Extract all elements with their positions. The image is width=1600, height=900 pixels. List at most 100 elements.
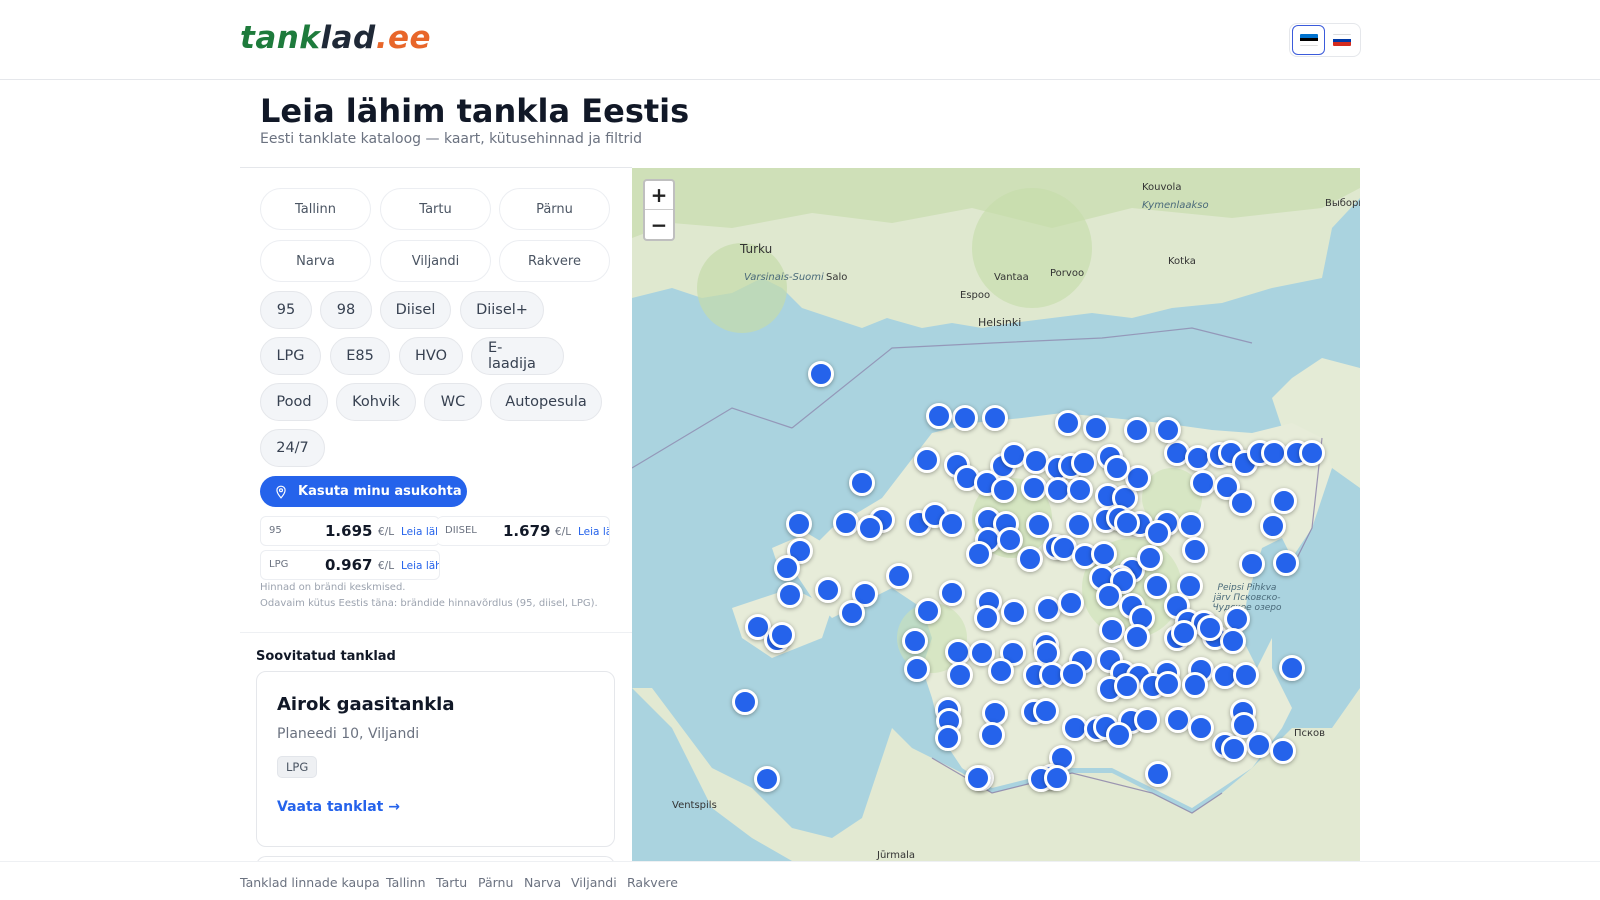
station-marker[interactable]	[1099, 617, 1125, 643]
station-marker[interactable]	[1190, 470, 1216, 496]
station-marker[interactable]	[1145, 761, 1171, 787]
find-nearest-link[interactable]: Leia lähim →	[578, 526, 609, 538]
zoom-in-button[interactable]: +	[645, 181, 673, 210]
station-card[interactable]: Airok gaasitankla Planeedi 10, Viljandi …	[256, 671, 615, 847]
station-marker[interactable]	[774, 555, 800, 581]
city-chip-parnu[interactable]: Pärnu	[499, 188, 610, 230]
station-marker[interactable]	[1260, 513, 1286, 539]
station-marker[interactable]	[1114, 673, 1140, 699]
station-marker[interactable]	[833, 510, 859, 536]
station-marker[interactable]	[777, 582, 803, 608]
station-marker[interactable]	[1106, 722, 1132, 748]
station-marker[interactable]	[1155, 417, 1181, 443]
station-marker[interactable]	[974, 605, 1000, 631]
filter-chip-autopesula[interactable]: Autopesula	[490, 383, 602, 421]
station-marker[interactable]	[965, 765, 991, 791]
station-marker[interactable]	[1104, 455, 1130, 481]
city-chip-viljandi[interactable]: Viljandi	[380, 240, 491, 282]
station-marker[interactable]	[839, 600, 865, 626]
station-marker[interactable]	[1279, 655, 1305, 681]
filter-chip-diisel[interactable]: Diisel	[380, 291, 451, 329]
station-marker[interactable]	[988, 658, 1014, 684]
station-marker[interactable]	[886, 563, 912, 589]
station-marker[interactable]	[1273, 550, 1299, 576]
footer-link-rakvere[interactable]: Rakvere	[627, 875, 678, 890]
find-nearest-link[interactable]: Leia lähim →	[401, 526, 439, 538]
use-my-location-button[interactable]: Kasuta minu asukohta	[260, 476, 467, 507]
station-marker[interactable]	[1001, 599, 1027, 625]
station-marker[interactable]	[902, 628, 928, 654]
station-marker[interactable]	[732, 689, 758, 715]
station-marker[interactable]	[914, 447, 940, 473]
station-marker[interactable]	[1067, 477, 1093, 503]
zoom-out-button[interactable]: −	[645, 210, 673, 239]
station-marker[interactable]	[1239, 551, 1265, 577]
station-marker[interactable]	[1060, 661, 1086, 687]
station-marker[interactable]	[1270, 738, 1296, 764]
station-marker[interactable]	[935, 725, 961, 751]
station-marker[interactable]	[939, 580, 965, 606]
footer-link-viljandi[interactable]: Viljandi	[571, 875, 617, 890]
station-marker[interactable]	[915, 598, 941, 624]
station-marker[interactable]	[1071, 450, 1097, 476]
station-marker[interactable]	[1058, 590, 1084, 616]
view-station-link[interactable]: Vaata tanklat →	[277, 799, 400, 815]
station-marker[interactable]	[1155, 671, 1181, 697]
filter-chip-diisel-plus[interactable]: Diisel+	[460, 291, 544, 329]
station-marker[interactable]	[857, 515, 883, 541]
station-marker[interactable]	[1145, 520, 1171, 546]
find-nearest-link[interactable]: Leia lähim →	[401, 560, 439, 572]
station-marker[interactable]	[1229, 490, 1255, 516]
footer-link-parnu[interactable]: Pärnu	[478, 875, 513, 890]
station-marker[interactable]	[979, 722, 1005, 748]
filter-chip-wc[interactable]: WC	[424, 383, 482, 421]
footer-link-tartu[interactable]: Tartu	[436, 875, 467, 890]
station-marker[interactable]	[1246, 732, 1272, 758]
station-marker[interactable]	[926, 403, 952, 429]
filter-chip-hvo[interactable]: HVO	[399, 337, 463, 375]
station-marker[interactable]	[1124, 417, 1150, 443]
station-marker[interactable]	[769, 622, 795, 648]
station-marker[interactable]	[1114, 510, 1140, 536]
footer-link-cities[interactable]: Tanklad linnade kaupa	[240, 875, 380, 890]
station-marker[interactable]	[1021, 475, 1047, 501]
station-marker[interactable]	[815, 577, 841, 603]
filter-chip-kohvik[interactable]: Kohvik	[336, 383, 416, 421]
station-marker[interactable]	[1144, 573, 1170, 599]
station-marker[interactable]	[1233, 662, 1259, 688]
stations-map[interactable]: Kouvola Kymenlaakso Выборг Turku Varsina…	[632, 168, 1360, 861]
filter-chip-lpg[interactable]: LPG	[260, 337, 321, 375]
station-marker[interactable]	[991, 477, 1017, 503]
language-et-button[interactable]	[1292, 25, 1326, 55]
station-marker[interactable]	[1137, 545, 1163, 571]
station-marker[interactable]	[1221, 736, 1247, 762]
station-marker[interactable]	[1220, 628, 1246, 654]
station-marker[interactable]	[754, 766, 780, 792]
station-marker[interactable]	[1182, 537, 1208, 563]
station-marker[interactable]	[849, 470, 875, 496]
filter-chip-24-7[interactable]: 24/7	[260, 429, 325, 467]
station-marker[interactable]	[982, 405, 1008, 431]
station-marker[interactable]	[939, 511, 965, 537]
station-marker[interactable]	[1055, 410, 1081, 436]
station-marker[interactable]	[1124, 624, 1150, 650]
language-ru-button[interactable]	[1325, 25, 1358, 55]
city-chip-tallinn[interactable]: Tallinn	[260, 188, 371, 230]
city-chip-rakvere[interactable]: Rakvere	[499, 240, 610, 282]
station-marker[interactable]	[1271, 488, 1297, 514]
station-marker[interactable]	[1044, 765, 1070, 791]
station-marker[interactable]	[1171, 620, 1197, 646]
station-marker[interactable]	[1299, 440, 1325, 466]
station-marker[interactable]	[1066, 512, 1092, 538]
city-chip-narva[interactable]: Narva	[260, 240, 371, 282]
station-marker[interactable]	[1033, 698, 1059, 724]
station-marker[interactable]	[966, 541, 992, 567]
station-marker[interactable]	[1083, 415, 1109, 441]
footer-link-narva[interactable]: Narva	[524, 875, 561, 890]
station-marker[interactable]	[1197, 615, 1223, 641]
city-chip-tartu[interactable]: Tartu	[380, 188, 491, 230]
station-marker[interactable]	[904, 656, 930, 682]
station-marker[interactable]	[808, 361, 834, 387]
filter-chip-98[interactable]: 98	[320, 291, 372, 329]
station-marker[interactable]	[1091, 541, 1117, 567]
